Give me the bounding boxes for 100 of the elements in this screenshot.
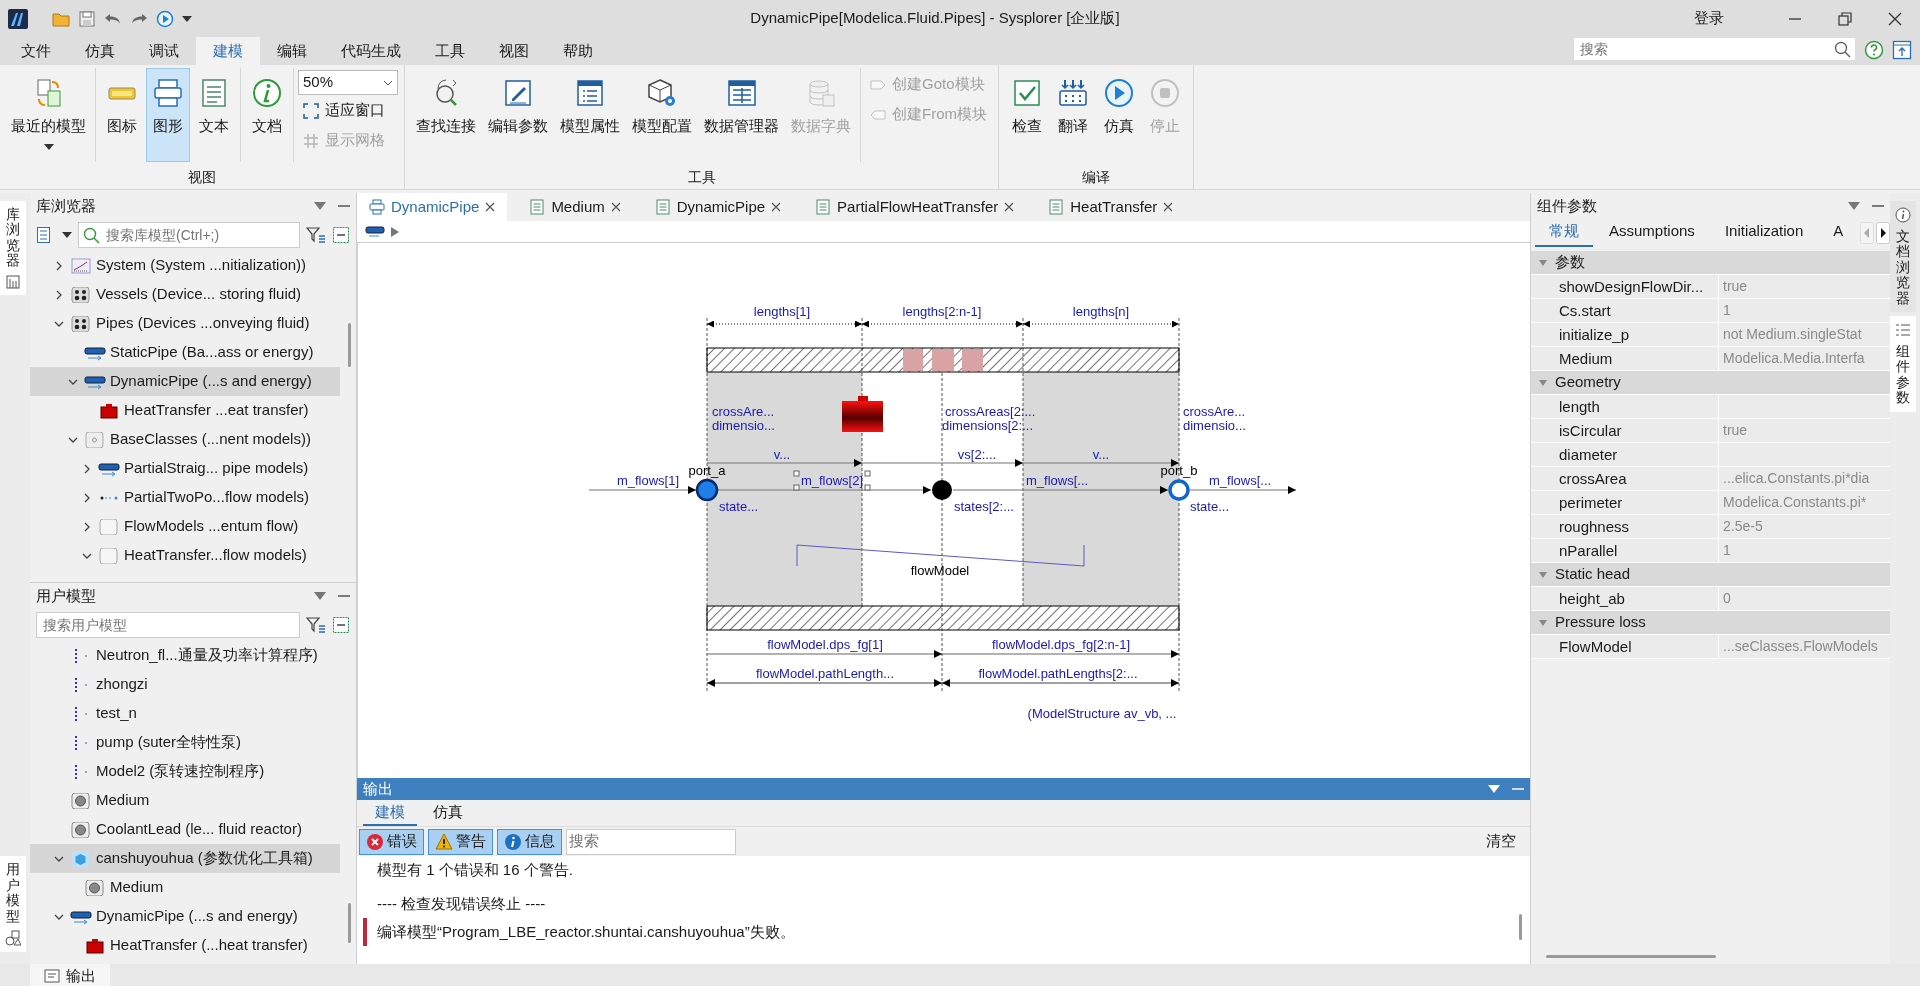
close-icon[interactable] <box>771 202 782 212</box>
save-icon[interactable] <box>78 9 96 28</box>
scroll-bar[interactable] <box>1519 914 1522 940</box>
menu-item[interactable]: 帮助 <box>546 37 610 65</box>
tree-item[interactable]: PartialTwoPo...flow models) <box>30 483 340 512</box>
tree-item[interactable]: test_n <box>30 699 340 728</box>
tree-item[interactable]: Model2 (泵转速控制程序) <box>30 757 340 786</box>
tree-item[interactable]: HeatTransfer ...eat transfer) <box>30 396 340 425</box>
tree-item[interactable]: HeatTransfer (...heat transfer) <box>30 931 340 960</box>
pin-icon[interactable] <box>1892 40 1912 60</box>
menu-item[interactable]: 调试 <box>132 37 196 65</box>
collapse-icon[interactable] <box>332 226 350 244</box>
filter-button[interactable]: 警告 <box>428 828 493 855</box>
tree-item[interactable]: Pipes (Devices ...onveying fluid) <box>30 309 340 338</box>
close-icon[interactable] <box>485 202 496 212</box>
ribbon-button[interactable]: 编辑参数 <box>483 68 553 162</box>
tree-item[interactable]: FlowModels ...entum flow) <box>30 512 340 541</box>
section-header[interactable]: Pressure loss <box>1531 611 1890 635</box>
side-tab[interactable]: 库浏览器 <box>0 201 26 295</box>
ribbon-button[interactable]: 最近的模型 <box>6 68 91 162</box>
section-header[interactable]: Geometry <box>1531 371 1890 395</box>
collapse-arrow-icon[interactable] <box>1539 570 1547 579</box>
collapse-icon[interactable] <box>332 616 350 634</box>
document-tab[interactable]: PartialFlowHeatTransfer <box>803 193 1027 221</box>
ribbon-button[interactable]: 文本 <box>192 68 236 162</box>
ribbon-button[interactable]: 翻译 <box>1051 68 1095 162</box>
ribbon-button[interactable]: 适应窗口 <box>298 96 398 125</box>
menu-item[interactable]: 工具 <box>418 37 482 65</box>
chevron-right-icon[interactable] <box>54 260 64 271</box>
search-field[interactable]: 搜索 <box>1573 37 1856 61</box>
menu-item[interactable]: 视图 <box>482 37 546 65</box>
ribbon-button[interactable]: 查找连接 <box>411 68 481 162</box>
scroll-bar[interactable] <box>1546 955 1716 958</box>
search-input[interactable]: 搜索 <box>1578 38 1834 60</box>
tree-item[interactable]: Medium <box>30 873 340 902</box>
tree-item[interactable]: Medium <box>30 786 340 815</box>
section-header[interactable]: Static head <box>1531 563 1890 587</box>
chevron-right-icon[interactable] <box>82 521 92 532</box>
close-icon[interactable] <box>1163 202 1174 212</box>
search-input[interactable]: 搜索库模型(Ctrl+;) <box>104 224 295 246</box>
play-icon[interactable] <box>156 9 174 28</box>
ribbon-button[interactable]: 图形 <box>146 68 190 162</box>
tree-item[interactable]: Vessels (Device... storing fluid) <box>30 280 340 309</box>
tree-item[interactable]: BaseClasses (...nent models)) <box>30 425 340 454</box>
filter-icon[interactable] <box>306 226 326 244</box>
tree-item[interactable]: pump (suter全特性泵) <box>30 728 340 757</box>
filter-icon[interactable] <box>306 616 326 634</box>
collapse-arrow-icon[interactable] <box>1539 258 1547 267</box>
tree-item[interactable]: HeatTransfer...flow models) <box>30 541 340 570</box>
param-tab[interactable]: Assumptions <box>1595 219 1709 247</box>
output-tab[interactable]: 输出 <box>30 964 110 986</box>
collapse-arrow-icon[interactable] <box>1539 378 1547 387</box>
search-input[interactable]: 搜索用户模型 <box>41 614 295 636</box>
menu-item[interactable]: 建模 <box>196 37 260 65</box>
zoom-dropdown[interactable]: 50% <box>298 70 398 95</box>
dropdown-icon[interactable] <box>1848 202 1860 210</box>
document-tab[interactable]: DynamicPipe <box>357 193 508 221</box>
param-tab[interactable]: 常规 <box>1535 219 1593 247</box>
scroll-bar[interactable] <box>348 323 351 367</box>
tree-item[interactable]: DynamicPipe (...s and energy) <box>30 367 340 396</box>
tree-item[interactable]: Neutron_fl...通量及功率计算程序) <box>30 641 340 670</box>
chevron-right-icon[interactable] <box>391 226 399 237</box>
output-tab[interactable]: 仿真 <box>421 800 475 826</box>
close-icon[interactable] <box>1888 12 1902 27</box>
ribbon-button[interactable]: 模型属性 <box>555 68 625 162</box>
port-icon[interactable] <box>695 478 719 502</box>
filter-button[interactable]: 错误 <box>359 828 424 855</box>
ribbon-button[interactable]: 模型配置 <box>627 68 697 162</box>
param-tab[interactable]: Initialization <box>1710 219 1818 247</box>
restore-icon[interactable] <box>1838 12 1852 27</box>
side-tab[interactable]: 组件参数 <box>1890 315 1916 412</box>
tree-item[interactable]: StaticPipe (Ba...ass or energy) <box>30 338 340 367</box>
help-icon[interactable] <box>1864 40 1884 60</box>
tree-item[interactable]: DynamicPipe (...s and energy) <box>30 902 340 931</box>
dropdown-icon[interactable] <box>314 592 326 600</box>
tree-item[interactable]: System (System ...nitialization)) <box>30 251 340 280</box>
menu-item[interactable]: 仿真 <box>68 37 132 65</box>
dropdown-icon[interactable] <box>1488 785 1500 793</box>
search-field[interactable]: 搜索库模型(Ctrl+;) <box>78 222 300 248</box>
dropdown-icon[interactable] <box>314 202 326 210</box>
ribbon-button[interactable]: 文档 <box>245 68 289 162</box>
chevron-right-icon[interactable] <box>54 289 64 300</box>
menu-item[interactable]: 代码生成 <box>324 37 418 65</box>
tree-item[interactable]: PartialStraig... pipe models) <box>30 454 340 483</box>
close-icon[interactable] <box>1004 202 1015 212</box>
document-tab[interactable]: DynamicPipe <box>642 193 794 221</box>
chevron-right-icon[interactable] <box>82 492 92 503</box>
scroll-right-icon[interactable] <box>1876 222 1890 244</box>
collapse-arrow-icon[interactable] <box>1539 618 1547 627</box>
section-header[interactable]: 参数 <box>1531 251 1890 275</box>
filter-button[interactable]: 信息 <box>497 828 562 855</box>
search-field[interactable]: 搜索 <box>567 829 735 854</box>
menu-item[interactable]: 编辑 <box>260 37 324 65</box>
close-icon[interactable] <box>610 202 621 212</box>
tree-item[interactable]: CoolantLead (le... fluid reactor) <box>30 815 340 844</box>
ribbon-button[interactable]: 仿真 <box>1097 68 1141 162</box>
side-tab[interactable]: 文档浏览器 <box>1890 201 1916 312</box>
document-tab[interactable]: HeatTransfer <box>1036 193 1186 221</box>
side-tab[interactable]: 用户模型 <box>0 856 26 952</box>
param-tab[interactable]: A <box>1819 219 1858 247</box>
